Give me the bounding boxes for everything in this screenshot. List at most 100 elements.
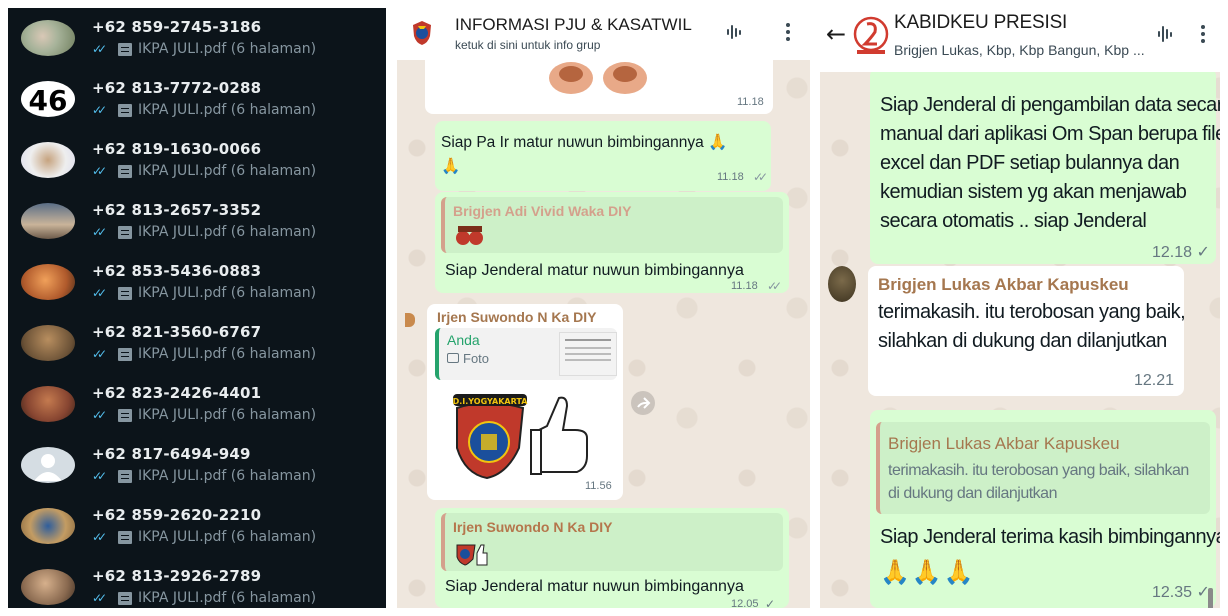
contact-row[interactable]: +62 823-2426-4401 ✓✓ IKPA JULI.pdf (6 hala… [8, 374, 386, 434]
contact-avatar[interactable] [21, 569, 75, 605]
contact-avatar[interactable] [21, 264, 75, 300]
quoted-sender: Brigjen Adi Vivid Waka DIY [453, 203, 632, 219]
message-text: Siap Pa Ir matur nuwun bimbingannya 🙏 [441, 134, 728, 151]
read-ticks-icon: ✓✓ [92, 530, 107, 544]
menu-icon[interactable] [1201, 25, 1205, 46]
contact-avatar[interactable] [21, 203, 75, 239]
contact-row[interactable]: +62 817-6494-949 ✓✓ IKPA JULI.pdf (6 halam… [8, 435, 386, 495]
contact-row[interactable]: +62 813-2657-3352 ✓✓ IKPA JULI.pdf (6 hala… [8, 191, 386, 251]
contact-number: +62 859-2745-3186 [92, 18, 262, 36]
contact-number: +62 821-3560-6767 [92, 323, 262, 341]
contact-row[interactable]: 46 +62 813-7772-0288 ✓✓ IKPA JULI.pdf (6 ha… [8, 69, 386, 129]
menu-icon[interactable] [786, 23, 790, 44]
outgoing-reply-bubble[interactable]: Irjen Suwondo N Ka DIY Siap Jenderal mat… [435, 508, 789, 608]
message-text-block: Siap Jenderal di pengambilan data secara… [880, 91, 1220, 236]
voice-call-icon[interactable] [727, 24, 743, 40]
contact-row[interactable]: +62 813-2926-2789 ✓✓ IKPA JULI.pdf (6 hala… [8, 557, 386, 608]
quoted-message[interactable]: Brigjen Lukas Akbar Kapuskeu terimakasih… [876, 422, 1210, 514]
incoming-sticker-bubble[interactable]: Irjen Suwondo N Ka DIY Anda Foto D.I.YOG… [427, 304, 623, 500]
contact-avatar[interactable] [21, 142, 75, 178]
document-icon [118, 164, 132, 178]
file-name: IKPA JULI.pdf (6 halaman) [138, 529, 317, 545]
sender-avatar[interactable] [828, 266, 856, 302]
contact-row[interactable]: +62 821-3560-6767 ✓✓ IKPA JULI.pdf (6 hala… [8, 313, 386, 373]
last-message-preview: ✓✓ IKPA JULI.pdf (6 halaman) [92, 100, 316, 120]
last-message-preview: ✓✓ IKPA JULI.pdf (6 halaman) [92, 466, 316, 486]
quoted-sender: Anda [447, 332, 480, 348]
file-name: IKPA JULI.pdf (6 halaman) [138, 468, 317, 484]
contact-avatar[interactable] [21, 447, 75, 483]
read-ticks-icon: ✓✓ [92, 42, 107, 56]
outgoing-reply-bubble[interactable]: Brigjen Lukas Akbar Kapuskeu terimakasih… [870, 410, 1220, 608]
message-line: manual dari aplikasi Om Span berupa file [880, 123, 1220, 145]
message-time: 11.56 [585, 480, 612, 492]
contact-row[interactable]: +62 853-5436-0883 ✓✓ IKPA JULI.pdf (6 hala… [8, 252, 386, 312]
quoted-photo[interactable]: Anda Foto [435, 328, 617, 380]
quoted-message[interactable]: Brigjen Adi Vivid Waka DIY [441, 197, 783, 253]
document-icon [118, 408, 132, 422]
group-title[interactable]: INFORMASI PJU & KASATWIL [455, 15, 692, 35]
message-line: secara otomatis .. siap Jenderal [880, 210, 1147, 232]
back-arrow-icon[interactable]: ← [826, 20, 846, 48]
message-time: 12.21 [1134, 372, 1175, 389]
group-logo-icon[interactable] [853, 14, 889, 58]
outgoing-message-bubble[interactable]: Siap Pa Ir matur nuwun bimbingannya 🙏 🙏 … [435, 121, 771, 191]
forward-icon [637, 397, 651, 409]
message-line: di dukung dan dilanjutkan [888, 485, 1057, 502]
message-time: 12.05 [731, 598, 759, 608]
message-time: 11.18 [737, 96, 764, 108]
document-icon [118, 530, 132, 544]
contact-avatar[interactable] [21, 508, 75, 544]
outgoing-message-bubble[interactable]: Siap Jenderal di pengambilan data secara… [870, 68, 1220, 264]
sender-avatar-edge [405, 313, 415, 327]
contact-avatar[interactable]: 46 [21, 81, 75, 117]
quoted-message[interactable]: Irjen Suwondo N Ka DIY [441, 513, 783, 571]
group-chat-panel: INFORMASI PJU & KASATWIL ketuk di sini u… [397, 8, 810, 608]
read-ticks-icon: ✓✓ [92, 591, 107, 605]
last-message-preview: ✓✓ IKPA JULI.pdf (6 halaman) [92, 283, 316, 303]
contact-number: +62 823-2426-4401 [92, 384, 262, 402]
message-time: 11.18 [717, 171, 744, 183]
file-name: IKPA JULI.pdf (6 halaman) [138, 346, 317, 362]
read-ticks-icon: ✓✓ [92, 469, 107, 483]
read-ticks-icon: ✓✓ [92, 103, 107, 117]
message-line: terimakasih. itu terobosan yang baik, si… [888, 462, 1189, 479]
document-icon [118, 103, 132, 117]
contact-avatar[interactable] [21, 386, 75, 422]
quoted-text-block: terimakasih. itu terobosan yang baik, si… [888, 459, 1189, 505]
document-icon [118, 347, 132, 361]
sticker-thumbnail-icon [456, 544, 488, 566]
last-message-preview: ✓✓ IKPA JULI.pdf (6 halaman) [92, 344, 316, 364]
group-subtitle[interactable]: ketuk di sini untuk info grup [455, 38, 600, 52]
read-ticks-icon: ✓✓ [92, 164, 107, 178]
quoted-text: Foto [463, 351, 490, 366]
police-thumbs-sticker-icon: D.I.YOGYAKARTA [453, 394, 588, 480]
contact-avatar[interactable] [21, 325, 75, 361]
contact-number: +62 819-1630-0066 [92, 140, 262, 158]
read-ticks-icon: ✓✓ [753, 170, 768, 184]
incoming-message-bubble[interactable]: Brigjen Lukas Akbar Kapuskeu terimakasih… [868, 266, 1186, 396]
outgoing-reply-bubble[interactable]: Brigjen Adi Vivid Waka DIY Siap Jenderal… [435, 192, 789, 293]
chat-subtitle[interactable]: Brigjen Lukas, Kbp, Kbp Bangun, Kbp ... [894, 42, 1145, 58]
message-line: terimakasih. itu terobosan yang baik, [878, 301, 1186, 323]
read-ticks-icon: ✓✓ [767, 279, 782, 293]
contact-row[interactable]: +62 859-2620-2210 ✓✓ IKPA JULI.pdf (6 hala… [8, 496, 386, 556]
kabid-chat-header[interactable]: ← KABIDKEU PRESISI Brigjen Lukas, Kbp, K… [820, 8, 1220, 72]
contact-row[interactable]: +62 859-2745-3186 ✓✓ IKPA JULI.pdf (6 hala… [8, 8, 386, 68]
voice-call-icon[interactable] [1158, 26, 1174, 42]
scrollbar-thumb[interactable] [1208, 588, 1213, 608]
file-name: IKPA JULI.pdf (6 halaman) [138, 407, 317, 423]
read-ticks-icon: ✓✓ [92, 225, 107, 239]
contact-row[interactable]: +62 819-1630-0066 ✓✓ IKPA JULI.pdf (6 hala… [8, 130, 386, 190]
group-chat-header[interactable]: INFORMASI PJU & KASATWIL ketuk di sini u… [397, 8, 810, 60]
chat-title[interactable]: KABIDKEU PRESISI [894, 12, 1067, 34]
contact-number: +62 817-6494-949 [92, 445, 251, 463]
contact-number: +62 859-2620-2210 [92, 506, 262, 524]
message-emoji: 🙏🙏🙏 [880, 559, 976, 586]
forward-button[interactable] [631, 391, 655, 415]
contact-avatar[interactable] [21, 20, 75, 56]
default-avatar-icon [34, 454, 62, 481]
last-message-preview: ✓✓ IKPA JULI.pdf (6 halaman) [92, 588, 316, 608]
message-line: silahkan di dukung dan dilanjutkan [878, 330, 1167, 352]
group-badge-icon[interactable] [411, 20, 433, 46]
